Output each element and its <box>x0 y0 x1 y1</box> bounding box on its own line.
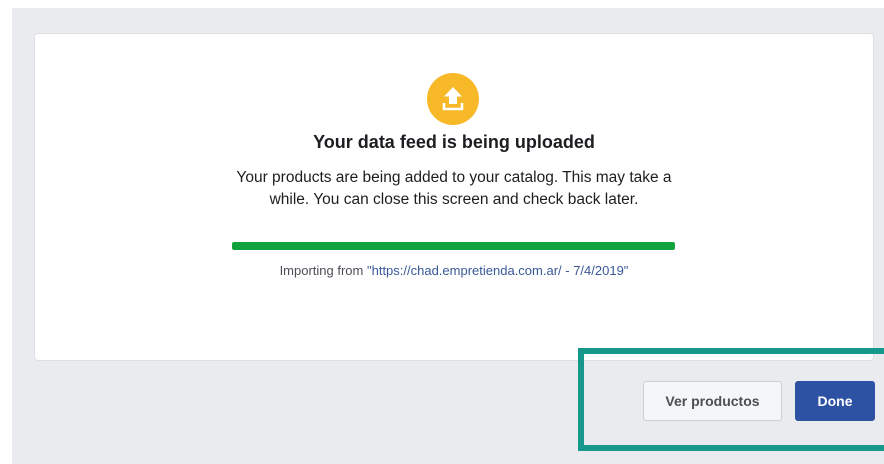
upload-icon <box>427 73 479 125</box>
import-prefix-label: Importing from <box>279 263 367 278</box>
import-source-link[interactable]: "https://chad.empretienda.com.ar/ - 7/4/… <box>367 263 628 278</box>
done-button[interactable]: Done <box>795 381 875 421</box>
dialog-title: Your data feed is being uploaded <box>313 132 595 152</box>
upload-progress-bar <box>232 242 675 250</box>
upload-progress-fill <box>232 242 675 250</box>
view-products-button[interactable]: Ver productos <box>643 381 782 421</box>
dialog-description: Your products are being added to your ca… <box>236 169 672 208</box>
import-source-line: Importing from "https://chad.empretienda… <box>34 263 874 278</box>
